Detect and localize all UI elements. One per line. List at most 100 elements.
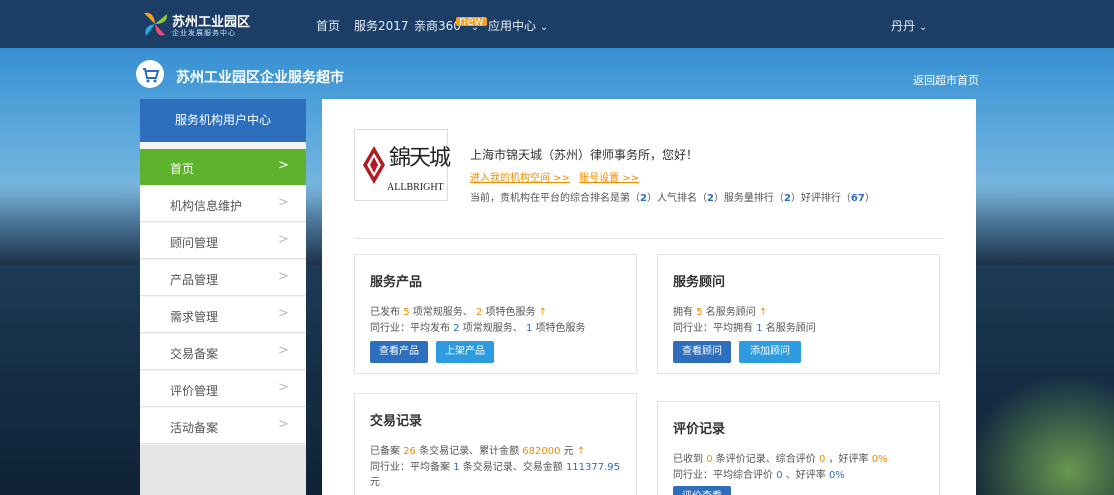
chevron-right-icon: > bbox=[278, 343, 289, 358]
stat-text: 、好评率 bbox=[785, 470, 826, 481]
stat-value: 5 bbox=[403, 307, 410, 318]
stat-text: 同行业：平均综合评价 bbox=[673, 470, 773, 481]
sidebar-item-events[interactable]: 活动备案 > bbox=[140, 408, 306, 444]
view-advisors-button[interactable]: 查看顾问 bbox=[673, 341, 731, 363]
stat-text: 同行业：平均拥有 bbox=[673, 323, 753, 334]
page-title: 苏州工业园区企业服务超市 bbox=[176, 70, 344, 86]
pinwheel-logo-icon bbox=[144, 12, 168, 36]
chevron-down-icon: ⌄ bbox=[918, 22, 928, 33]
chevron-right-icon: > bbox=[278, 269, 289, 284]
night-lights-background bbox=[964, 375, 1114, 495]
products-card: 服务产品 已发布 5 项常规服务、 2 项特色服务 ↑ 同行业：平均发布 2 项… bbox=[354, 254, 637, 374]
advisors-stat-line: 拥有 5 名服务顾问 ↑ bbox=[673, 303, 767, 318]
rank-service: 2 bbox=[783, 193, 791, 204]
profile-links: 进入我的机构空间 >> 账号设置 >> bbox=[470, 169, 639, 184]
org-space-link[interactable]: 进入我的机构空间 >> bbox=[470, 173, 570, 184]
sidebar-item-label: 顾问管理 bbox=[170, 236, 219, 250]
stat-text: 拥有 bbox=[673, 307, 693, 318]
add-advisor-button[interactable]: 添加顾问 bbox=[739, 341, 801, 363]
user-menu[interactable]: 丹丹 ⌄ bbox=[891, 17, 927, 34]
stat-value: 0 bbox=[818, 454, 826, 465]
sidebar-item-org-info[interactable]: 机构信息维护 > bbox=[140, 186, 306, 222]
sidebar-item-home[interactable]: 首页 > bbox=[140, 149, 306, 185]
sidebar-item-label: 产品管理 bbox=[170, 273, 219, 287]
nav-home[interactable]: 首页 bbox=[316, 17, 340, 34]
stat-value: 0 bbox=[706, 454, 713, 465]
arrow-up-icon: ↑ bbox=[576, 446, 586, 457]
stat-text: 已收到 bbox=[673, 454, 703, 465]
shopping-cart-icon bbox=[136, 60, 164, 88]
stat-value: 26 bbox=[403, 446, 416, 457]
advisors-peer-line: 同行业：平均拥有 1 名服务顾问 bbox=[673, 319, 816, 334]
chevron-down-icon: ⌄ bbox=[539, 22, 549, 33]
products-peer-line: 同行业：平均发布 2 项常规服务、 1 项特色服务 bbox=[370, 319, 586, 334]
sidebar-item-advisors[interactable]: 顾问管理 > bbox=[140, 223, 306, 259]
account-settings-link[interactable]: 账号设置 >> bbox=[579, 173, 639, 184]
stat-text: 条评价记录、综合评价 bbox=[715, 454, 816, 465]
rank-overall: 2 bbox=[640, 193, 647, 204]
rank-rating: 67 bbox=[850, 193, 865, 204]
trades-peer-unit: 元 bbox=[370, 477, 380, 488]
site-logo[interactable]: 苏州工业园区 企业发展服务中心 bbox=[140, 9, 270, 41]
nav-service-2017[interactable]: 服务2017 bbox=[354, 17, 409, 34]
chevron-right-icon: > bbox=[278, 195, 289, 210]
view-products-button[interactable]: 查看产品 bbox=[370, 341, 428, 363]
rank-text: ） bbox=[864, 193, 875, 204]
chevron-right-icon: > bbox=[278, 232, 289, 247]
stat-text: 已备案 bbox=[370, 446, 400, 457]
stat-value: 111377.95 bbox=[565, 462, 621, 473]
trades-peer-line: 同行业：平均备案 1 条交易记录、交易金额 111377.95 bbox=[370, 458, 620, 473]
new-badge: new bbox=[456, 15, 487, 27]
sidebar-item-reviews[interactable]: 评价管理 > bbox=[140, 371, 306, 407]
trades-stat-line: 已备案 26 条交易记录、累计金额 682000 元 ↑ bbox=[370, 442, 585, 457]
rank-text: ）人气排名（ bbox=[646, 193, 707, 204]
publish-product-button[interactable]: 上架产品 bbox=[436, 341, 494, 363]
back-to-market-link[interactable]: 返回超市首页 bbox=[913, 72, 979, 88]
nav-app-center[interactable]: 应用中心 ⌄ bbox=[488, 17, 548, 34]
sidebar-item-demands[interactable]: 需求管理 > bbox=[140, 297, 306, 333]
sidebar-item-trades[interactable]: 交易备案 > bbox=[140, 334, 306, 370]
sidebar-item-label: 评价管理 bbox=[170, 384, 219, 398]
stat-text: 已发布 bbox=[370, 307, 400, 318]
main-content: 錦天城 ALLBRIGHT 上海市锦天城（苏州）律师事务所，您好！ 进入我的机构… bbox=[322, 99, 976, 495]
reviews-peer-line: 同行业：平均综合评价 0 、好评率 0% bbox=[673, 466, 845, 481]
diamond-logo-icon bbox=[363, 146, 385, 184]
stat-value: 0% bbox=[871, 454, 888, 465]
stat-value: 1 bbox=[525, 323, 533, 334]
sidebar-item-label: 活动备案 bbox=[170, 421, 219, 435]
trades-card: 交易记录 已备案 26 条交易记录、累计金额 682000 元 ↑ 同行业：平均… bbox=[354, 393, 637, 495]
stat-value: 682000 bbox=[522, 446, 561, 457]
advisors-card: 服务顾问 拥有 5 名服务顾问 ↑ 同行业：平均拥有 1 名服务顾问 查看顾问 … bbox=[657, 254, 940, 374]
rank-text: ）好评排行（ bbox=[790, 193, 851, 204]
sidebar-item-label: 需求管理 bbox=[170, 310, 219, 324]
sidebar-item-label: 交易备案 bbox=[170, 347, 219, 361]
user-name: 丹丹 bbox=[891, 19, 916, 33]
nav-app-center-label: 应用中心 bbox=[488, 19, 537, 33]
chevron-right-icon: > bbox=[278, 417, 289, 432]
reviews-card: 评价记录 已收到 0 条评价记录、综合评价 0 ，好评率 0% 同行业：平均综合… bbox=[657, 401, 940, 495]
view-reviews-button[interactable]: 评价查看 bbox=[673, 486, 731, 495]
stat-value: 0% bbox=[828, 470, 845, 481]
divider bbox=[354, 238, 944, 239]
sidebar: 服务机构用户中心 首页 > 机构信息维护 > 顾问管理 > 产品管理 > 需求管… bbox=[140, 99, 306, 495]
stat-text: 项常规服务、 bbox=[412, 307, 473, 318]
card-title: 服务产品 bbox=[370, 275, 423, 290]
stat-text: 同行业：平均发布 bbox=[370, 323, 450, 334]
products-stat-line: 已发布 5 项常规服务、 2 项特色服务 ↑ bbox=[370, 303, 547, 318]
sidebar-footer bbox=[140, 445, 306, 495]
chevron-right-icon: > bbox=[278, 306, 289, 321]
top-navigation-bar: 苏州工业园区 企业发展服务中心 首页 服务2017 亲商360° ⌄ new 应… bbox=[0, 0, 1114, 48]
stat-value: 2 bbox=[475, 307, 483, 318]
chevron-right-icon: > bbox=[278, 158, 289, 173]
chevron-right-icon: > bbox=[278, 380, 289, 395]
stat-text: 同行业：平均备案 bbox=[370, 462, 450, 473]
sidebar-item-products[interactable]: 产品管理 > bbox=[140, 260, 306, 296]
rank-text: ）服务量排行（ bbox=[713, 193, 784, 204]
stat-value: 5 bbox=[696, 307, 703, 318]
greeting-text: 上海市锦天城（苏州）律师事务所，您好！ bbox=[470, 148, 699, 162]
stat-text: 名服务顾问 bbox=[765, 323, 816, 334]
stat-text: 条交易记录、交易金额 bbox=[462, 462, 563, 473]
arrow-up-icon: ↑ bbox=[758, 307, 768, 318]
sidebar-item-label: 首页 bbox=[170, 162, 195, 176]
stat-text: 名服务顾问 bbox=[705, 307, 756, 318]
